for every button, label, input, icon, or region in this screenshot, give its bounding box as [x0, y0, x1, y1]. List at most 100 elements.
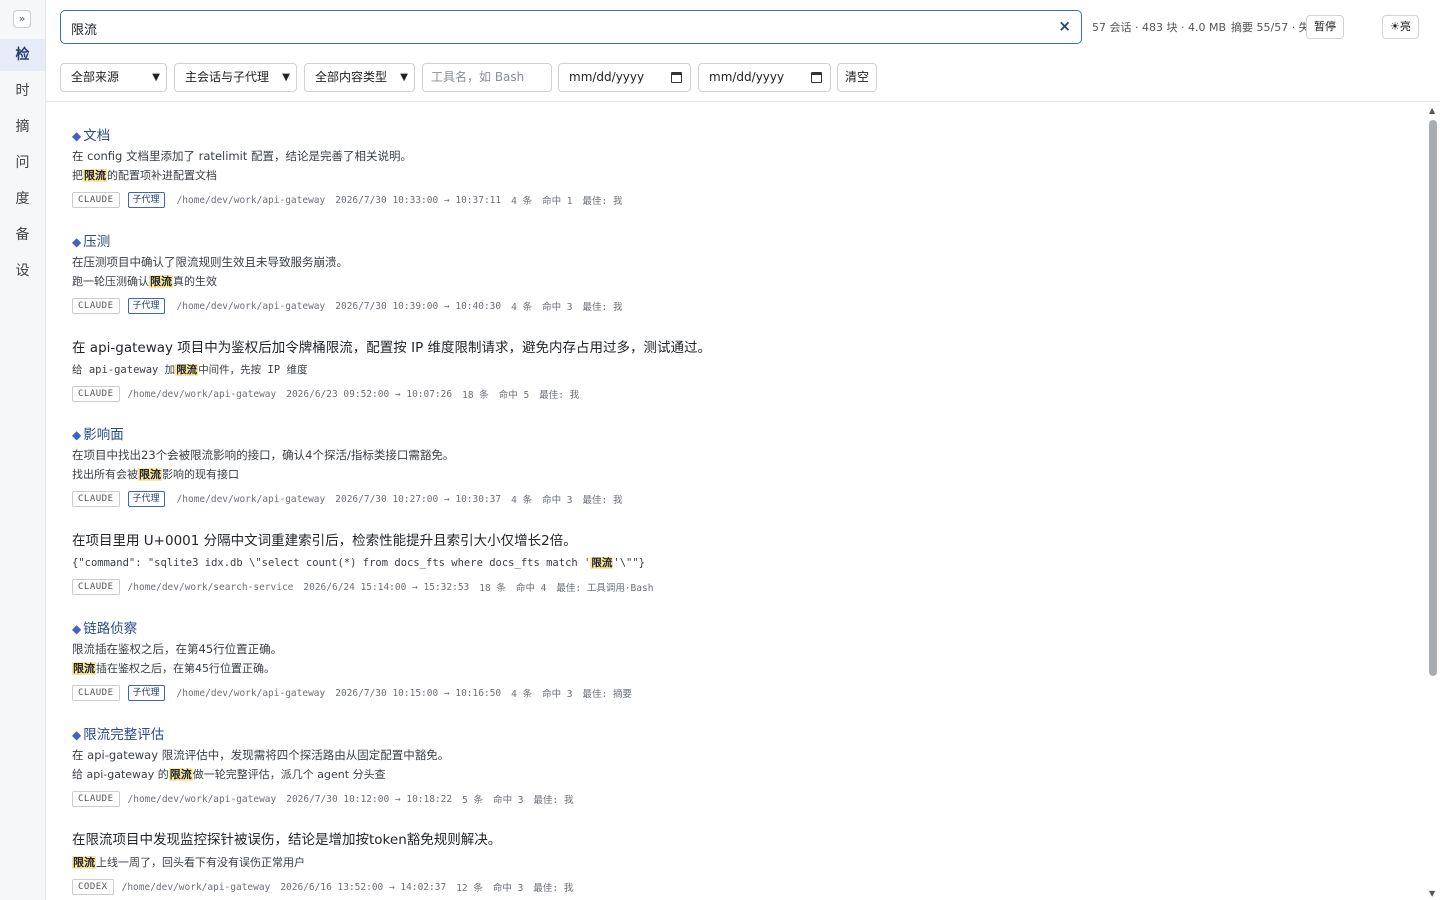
- calendar-icon[interactable]: [811, 72, 822, 83]
- sidebar-item-backup[interactable]: 备: [0, 219, 45, 251]
- result-best: 最佳: 工具调用·Bash: [556, 583, 654, 594]
- result-best: 最佳: 我: [582, 302, 623, 313]
- clear-search-icon[interactable]: ×: [1058, 17, 1071, 35]
- result-title[interactable]: ◆ 链路侦察: [72, 617, 1372, 637]
- result-snippet: 给 api-gateway 的限流做一轮完整评估，派几个 agent 分头查: [72, 768, 386, 781]
- search-input[interactable]: [71, 18, 1031, 38]
- subagent-badge: 子代理: [127, 192, 165, 208]
- result-item[interactable]: 在项目里用 U+0001 分隔中文词重建索引后，检索性能提升且索引大小仅增长2倍…: [72, 529, 1372, 595]
- subagent-badge: 子代理: [127, 298, 165, 314]
- result-count: 4 条: [511, 689, 533, 700]
- clear-filters-button[interactable]: 清空: [837, 63, 877, 92]
- scroll-down-arrow-icon[interactable]: ▼: [1429, 889, 1435, 898]
- result-hits: 命中 5: [498, 390, 530, 401]
- results-scrollbar[interactable]: ▲ ▼: [1426, 102, 1440, 900]
- result-title[interactable]: 在 api-gateway 项目中为鉴权后加令牌桶限流，配置按 IP 维度限制请…: [72, 336, 1372, 356]
- sidebar-item-metrics[interactable]: 度: [0, 183, 45, 215]
- result-count: 4 条: [511, 302, 533, 313]
- sidebar-item-summary[interactable]: 摘: [0, 111, 45, 143]
- result-time: 2026/7/30 10:12:00 → 10:18:22: [286, 793, 453, 805]
- date-to-value: mm/dd/yyyy: [709, 70, 785, 84]
- theme-toggle-button[interactable]: ☀亮: [1382, 15, 1419, 39]
- filter-bar: 全部来源 ▼ 主会话与子代理 ▼ 全部内容类型 ▼ 工具名，如 Bash mm/…: [46, 54, 1440, 102]
- result-meta: CODEX /home/dev/work/api-gateway 2026/6/…: [72, 879, 1372, 895]
- date-to-input[interactable]: mm/dd/yyyy: [698, 63, 831, 92]
- content-type-select[interactable]: 全部内容类型 ▼: [304, 63, 415, 92]
- source-badge: CLAUDE: [72, 685, 120, 701]
- subagent-diamond-icon: ◆: [72, 129, 82, 143]
- result-item[interactable]: ◆ 影响面 在项目中找出23个会被限流影响的接口，确认4个探活/指标类接口需豁免。…: [72, 423, 1372, 507]
- result-title-text: 影响面: [83, 427, 124, 443]
- tool-name-input[interactable]: 工具名，如 Bash: [422, 63, 552, 92]
- search-hit: 限流: [149, 275, 173, 288]
- result-item[interactable]: ◆ 压测 在压测项目中确认了限流规则生效且未导致服务崩溃。 跑一轮压测确认限流真的…: [72, 230, 1372, 314]
- result-item[interactable]: ◆ 链路侦察 限流插在鉴权之后，在第45行位置正确。 限流插在鉴权之后，在第45行…: [72, 617, 1372, 701]
- chevron-down-icon: ▼: [400, 72, 408, 83]
- pause-button[interactable]: 暂停: [1306, 15, 1344, 39]
- result-meta: CLAUDE /home/dev/work/api-gateway 2026/7…: [72, 791, 1372, 807]
- result-summary: 在项目中找出23个会被限流影响的接口，确认4个探活/指标类接口需豁免。: [72, 448, 455, 462]
- scroll-up-arrow-icon[interactable]: ▲: [1429, 106, 1435, 115]
- result-hits: 命中 3: [542, 495, 573, 506]
- result-count: 18 条: [462, 390, 489, 401]
- result-snippet: 给 api-gateway 加限流中间件，先按 IP 维度: [72, 364, 308, 376]
- result-best: 最佳: 我: [582, 196, 623, 207]
- result-title[interactable]: 在项目里用 U+0001 分隔中文词重建索引后，检索性能提升且索引大小仅增长2倍…: [72, 529, 1372, 549]
- result-item[interactable]: ◆ 文档 在 config 文档里添加了 ratelimit 配置，结论是完善了相…: [72, 124, 1372, 208]
- result-count: 18 条: [479, 583, 506, 594]
- index-stats: 57 会话 · 483 块 · 4.0 MB: [1092, 21, 1226, 34]
- source-badge: CLAUDE: [72, 386, 120, 402]
- result-item[interactable]: ◆ 限流完整评估 在 api-gateway 限流评估中，发现需将四个探活路由从固…: [72, 723, 1372, 807]
- result-count: 4 条: [511, 196, 533, 207]
- result-hits: 命中 3: [492, 883, 524, 894]
- subagent-diamond-icon: ◆: [72, 728, 82, 742]
- result-item[interactable]: 在限流项目中发现监控探针被误伤，结论是增加按token豁免规则解决。 限流上线一…: [72, 828, 1372, 895]
- search-hit: 限流: [72, 662, 96, 675]
- result-title-text: 文档: [83, 128, 111, 144]
- result-title[interactable]: ◆ 文档: [72, 124, 1372, 144]
- result-title[interactable]: ◆ 限流完整评估: [72, 723, 1372, 743]
- subagent-badge: 子代理: [127, 491, 165, 507]
- result-path: /home/dev/work/api-gateway: [127, 388, 277, 400]
- result-time: 2026/6/24 15:14:00 → 15:32:53: [303, 581, 470, 593]
- session-scope-select[interactable]: 主会话与子代理 ▼: [174, 63, 297, 92]
- search-hit: 限流: [168, 768, 193, 781]
- top-bar: × 57 会话 · 483 块 · 4.0 MB 摘要 55/57 · 失败 2…: [46, 0, 1440, 54]
- result-best: 最佳: 我: [533, 883, 574, 894]
- result-title[interactable]: ◆ 压测: [72, 230, 1372, 250]
- search-box[interactable]: ×: [60, 10, 1082, 44]
- result-best: 最佳: 我: [539, 390, 580, 401]
- sidebar: » 检 时 摘 问 度 备 设: [0, 0, 46, 900]
- result-path: /home/dev/work/api-gateway: [176, 687, 326, 699]
- date-from-input[interactable]: mm/dd/yyyy: [558, 63, 691, 92]
- source-badge: CODEX: [72, 879, 114, 895]
- result-snippet: 限流插在鉴权之后，在第45行位置正确。: [72, 662, 275, 675]
- result-time: 2026/7/30 10:33:00 → 10:37:11: [335, 194, 502, 206]
- search-hit: 限流: [83, 169, 107, 182]
- search-hit: 限流: [590, 557, 614, 569]
- sidebar-item-ask[interactable]: 问: [0, 147, 45, 179]
- result-title[interactable]: ◆ 影响面: [72, 423, 1372, 443]
- result-path: /home/dev/work/api-gateway: [176, 194, 326, 206]
- result-item[interactable]: 在 api-gateway 项目中为鉴权后加令牌桶限流，配置按 IP 维度限制请…: [72, 336, 1372, 402]
- result-title[interactable]: 在限流项目中发现监控探针被误伤，结论是增加按token豁免规则解决。: [72, 828, 1372, 848]
- calendar-icon[interactable]: [671, 72, 682, 83]
- sidebar-item-settings[interactable]: 设: [0, 255, 45, 287]
- scrollbar-thumb[interactable]: [1429, 120, 1437, 676]
- sidebar-item-search[interactable]: 检: [0, 39, 45, 71]
- result-summary: 在压测项目中确认了限流规则生效且未导致服务崩溃。: [72, 255, 348, 269]
- result-count: 12 条: [456, 883, 483, 894]
- result-time: 2026/6/23 09:52:00 → 10:07:26: [286, 388, 453, 400]
- result-snippet: {"command": "sqlite3 idx.db \"select cou…: [72, 557, 645, 569]
- sidebar-collapse-button[interactable]: »: [13, 10, 31, 28]
- result-path: /home/dev/work/api-gateway: [127, 793, 277, 805]
- content-type-select-value: 全部内容类型: [315, 70, 388, 84]
- result-count: 4 条: [511, 495, 533, 506]
- source-badge: CLAUDE: [72, 579, 120, 595]
- result-meta: CLAUDE /home/dev/work/search-service 202…: [72, 579, 1372, 595]
- result-best: 最佳: 摘要: [582, 689, 632, 700]
- source-select[interactable]: 全部来源 ▼: [60, 63, 167, 92]
- result-title-text: 链路侦察: [83, 621, 138, 637]
- result-meta: CLAUDE 子代理 /home/dev/work/api-gateway 20…: [72, 491, 1372, 507]
- sidebar-item-timeline[interactable]: 时: [0, 75, 45, 107]
